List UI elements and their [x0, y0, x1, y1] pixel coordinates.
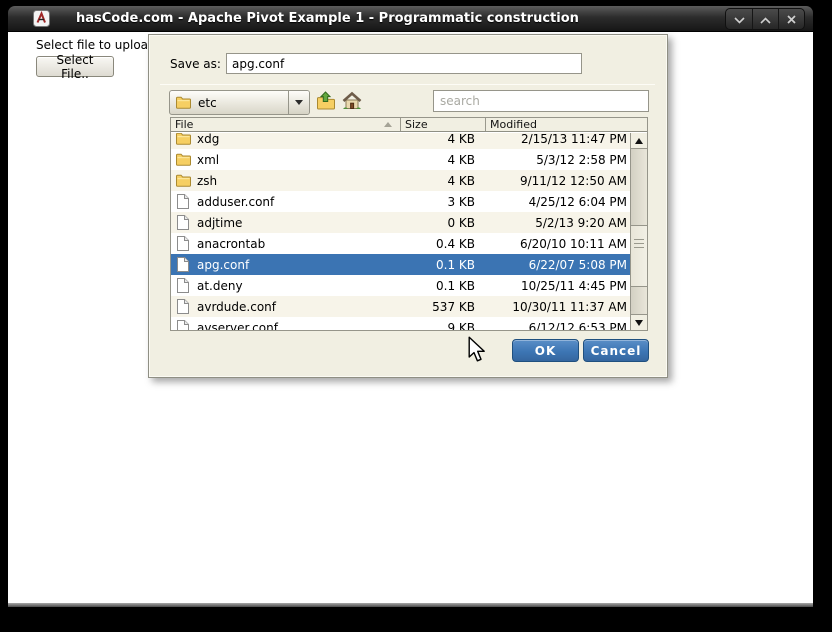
close-icon — [787, 9, 796, 28]
app-window: hasCode.com - Apache Pivot Example 1 - P… — [8, 6, 813, 607]
window-bottom-edge — [8, 603, 813, 607]
file-modified: 4/25/12 6:04 PM — [485, 195, 630, 209]
file-modified: 2/15/13 11:47 PM — [485, 133, 630, 146]
file-icon — [175, 257, 191, 272]
file-size: 0.1 KB — [400, 258, 485, 272]
table-row[interactable]: anacrontab 0.4 KB 6/20/10 10:11 AM — [171, 233, 630, 254]
window-title: hasCode.com - Apache Pivot Example 1 - P… — [76, 11, 579, 26]
search-input[interactable] — [433, 90, 649, 112]
app-icon — [33, 10, 50, 27]
file-size: 9 KB — [400, 321, 485, 331]
select-file-button[interactable]: Select File.. — [36, 56, 114, 77]
column-header-modified[interactable]: Modified — [485, 118, 647, 131]
file-name: xdg — [197, 133, 219, 146]
file-name: adjtime — [197, 216, 242, 230]
file-table-rows: xdg 4 KB 2/15/13 11:47 PM xml 4 KB 5/3/1… — [171, 133, 630, 330]
save-as-label: Save as: — [170, 57, 221, 71]
table-row[interactable]: avserver.conf 9 KB 6/12/12 6:53 PM — [171, 317, 630, 330]
table-row[interactable]: apg.conf 0.1 KB 6/22/07 5:08 PM — [171, 254, 630, 275]
maximize-button[interactable] — [752, 9, 778, 29]
chevron-down-icon — [295, 100, 303, 105]
file-name: zsh — [197, 174, 217, 188]
folder-icon — [175, 133, 191, 145]
folder-up-icon — [316, 91, 336, 114]
sort-ascending-icon — [384, 122, 392, 127]
file-table-body: xdg 4 KB 2/15/13 11:47 PM xml 4 KB 5/3/1… — [171, 133, 630, 330]
scroll-down-button[interactable] — [631, 314, 647, 330]
file-modified: 6/12/12 6:53 PM — [485, 321, 630, 331]
titlebar[interactable]: hasCode.com - Apache Pivot Example 1 - P… — [8, 6, 813, 32]
file-name: at.deny — [197, 279, 243, 293]
column-header-file[interactable]: File — [171, 118, 400, 131]
table-row[interactable]: xdg 4 KB 2/15/13 11:47 PM — [171, 133, 630, 149]
table-row[interactable]: zsh 4 KB 9/11/12 12:50 AM — [171, 170, 630, 191]
folder-icon — [176, 96, 191, 109]
file-icon — [175, 299, 191, 314]
file-size: 3 KB — [400, 195, 485, 209]
folder-icon — [175, 153, 191, 166]
table-row[interactable]: at.deny 0.1 KB 10/25/11 4:45 PM — [171, 275, 630, 296]
minimize-button[interactable] — [726, 9, 752, 29]
chevron-down-icon — [734, 9, 745, 28]
file-icon — [175, 278, 191, 293]
column-header-size[interactable]: Size — [400, 118, 485, 131]
file-name: xml — [197, 153, 219, 167]
file-browser-dialog: Save as: etc — [148, 34, 668, 378]
chevron-up-icon — [760, 9, 771, 28]
table-row[interactable]: adjtime 0 KB 5/2/13 9:20 AM — [171, 212, 630, 233]
dropdown-arrow-button[interactable] — [288, 91, 309, 114]
file-icon — [175, 236, 191, 251]
file-icon — [175, 194, 191, 209]
file-name: avserver.conf — [197, 321, 278, 331]
file-modified: 5/3/12 2:58 PM — [485, 153, 630, 167]
scrollbar-thumb[interactable] — [631, 225, 647, 287]
file-modified: 5/2/13 9:20 AM — [485, 216, 630, 230]
file-icon — [175, 215, 191, 230]
file-size: 0.1 KB — [400, 279, 485, 293]
filename-input[interactable] — [226, 53, 582, 74]
scroll-up-button[interactable] — [631, 133, 647, 149]
file-name: avrdude.conf — [197, 300, 276, 314]
folder-icon — [175, 174, 191, 187]
file-name: anacrontab — [197, 237, 265, 251]
close-button[interactable] — [778, 9, 804, 29]
home-button[interactable] — [341, 91, 363, 113]
vertical-scrollbar[interactable] — [630, 133, 647, 330]
file-modified: 10/30/11 11:37 AM — [485, 300, 630, 314]
scrollbar-grip-icon — [634, 239, 644, 248]
file-name: apg.conf — [197, 258, 249, 272]
file-size: 4 KB — [400, 174, 485, 188]
file-icon — [175, 320, 191, 330]
home-icon — [342, 91, 362, 114]
triangle-down-icon — [635, 320, 643, 326]
file-size: 4 KB — [400, 153, 485, 167]
folder-up-button[interactable] — [315, 91, 337, 113]
file-size: 0 KB — [400, 216, 485, 230]
folder-dropdown-value: etc — [198, 96, 288, 110]
file-modified: 6/22/07 5:08 PM — [485, 258, 630, 272]
window-controls — [725, 8, 805, 30]
file-modified: 6/20/10 10:11 AM — [485, 237, 630, 251]
file-table-header: File Size Modified — [171, 118, 647, 132]
upload-prompt: Select file to upload. — [36, 38, 159, 52]
file-table: File Size Modified — [170, 117, 648, 331]
file-modified: 9/11/12 12:50 AM — [485, 174, 630, 188]
table-row[interactable]: avrdude.conf 537 KB 10/30/11 11:37 AM — [171, 296, 630, 317]
folder-dropdown[interactable]: etc — [169, 90, 310, 115]
separator — [160, 84, 655, 85]
file-name: adduser.conf — [197, 195, 274, 209]
table-row[interactable]: adduser.conf 3 KB 4/25/12 6:04 PM — [171, 191, 630, 212]
ok-button[interactable]: OK — [512, 339, 579, 362]
file-size: 4 KB — [400, 133, 485, 146]
table-row[interactable]: xml 4 KB 5/3/12 2:58 PM — [171, 149, 630, 170]
triangle-up-icon — [635, 138, 643, 144]
window-content: Select file to upload. Select File.. Sav… — [8, 32, 813, 603]
file-size: 537 KB — [400, 300, 485, 314]
cancel-button[interactable]: Cancel — [583, 339, 649, 362]
file-size: 0.4 KB — [400, 237, 485, 251]
file-modified: 10/25/11 4:45 PM — [485, 279, 630, 293]
